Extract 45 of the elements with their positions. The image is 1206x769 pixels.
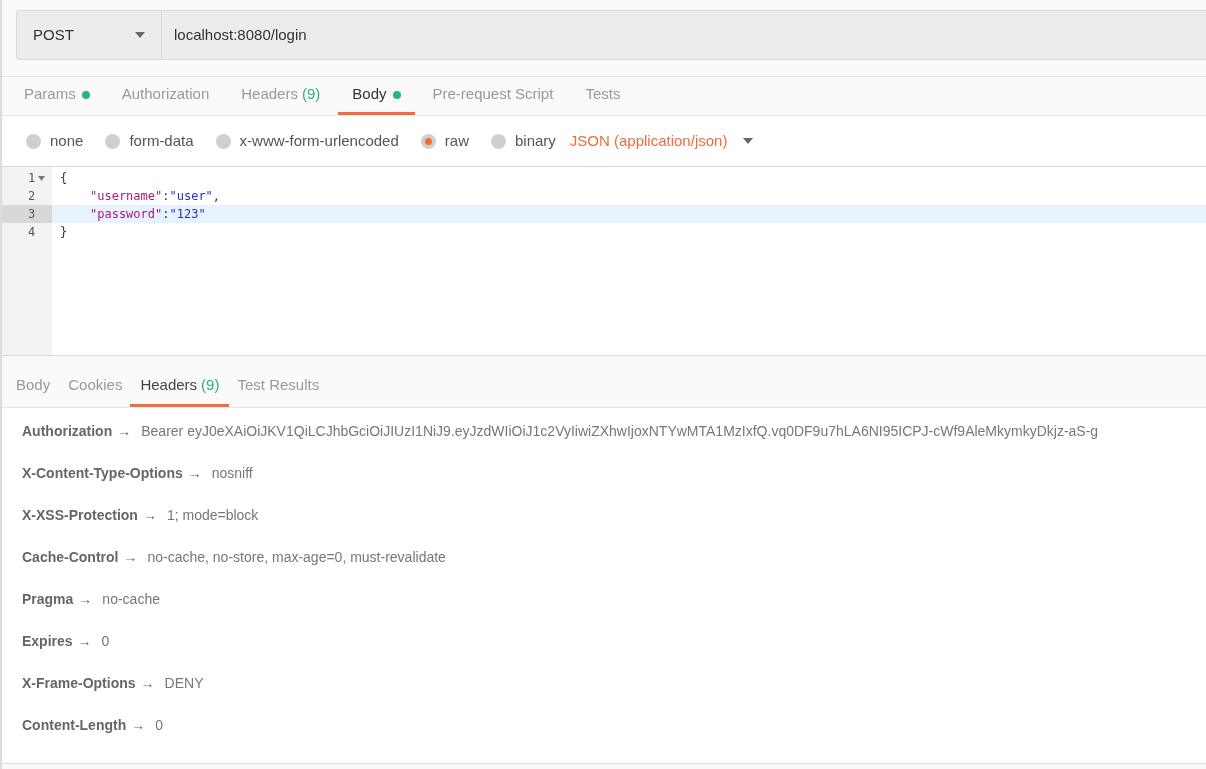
header-name: X-Content-Type-Options [22,463,183,483]
method-label: POST [33,24,74,45]
caret-icon [743,138,754,144]
caret-icon [135,32,145,38]
header-value: no-cache [102,589,160,609]
header-value: 0 [155,715,163,735]
body-mode-radio[interactable]: form-data [105,129,194,153]
body-mode-radio[interactable]: none [26,129,84,153]
body-mode-radio[interactable]: raw [420,129,469,153]
fold-caret-icon[interactable] [38,175,46,181]
arrow-glyph: → [77,631,92,651]
arrow-glyph: → [140,673,155,693]
arrow-glyph: → [142,505,157,525]
arrow-glyph: → [131,715,146,735]
code-line: { [59,170,68,187]
header-name: Authorization [22,421,113,441]
body-mode-radio[interactable]: x-www-form-urlencoded [215,129,399,153]
code-line: } [59,224,68,241]
header-value: 1; mode=block [166,505,259,525]
header-name: X-Frame-Options [22,673,136,693]
header-name: Content-Length [22,715,127,735]
body-mode-radio[interactable]: binary [490,129,556,153]
request-tab[interactable]: Body [338,77,415,115]
method-dropdown[interactable]: POST [16,10,162,60]
header-value: nosniff [211,463,253,483]
line-number: 4 [28,224,36,241]
arrow-glyph: → [78,589,93,609]
line-number: 1 [28,170,36,187]
arrow-glyph: → [117,421,132,441]
code-line: "username":"user", [89,188,221,205]
header-name: X-XSS-Protection [22,505,138,525]
header-value: 0 [101,631,110,651]
line-number: 2 [28,188,36,205]
response-tab[interactable]: Headers (9) [130,366,230,407]
url-field[interactable]: localhost:8080/login [162,10,1206,60]
header-name: Cache-Control [22,547,119,567]
header-value: no-cache, no-store, max-age=0, must-revalidate [147,547,446,567]
arrow-glyph: → [187,463,202,483]
header-name: Expires [22,631,73,651]
header-value: Bearer eyJ0eXAiOiJKV1QiLCJhbGciOiJIUzI1NiJ9.eyJzdWIiOiJ1c2VyIiwiZXhwIjoxNTYwMTA1MzIxfQ.vq0DF9u7hLA6NI95ICPJ-cWf9AleMkymkyDkjz-aS-g [141,421,1099,441]
line-number: 3 [28,206,36,223]
arrow-glyph: → [123,547,138,567]
header-name: Pragma [22,589,74,609]
code-line: "password":"123" [89,206,206,223]
header-value: DENY [164,673,204,693]
